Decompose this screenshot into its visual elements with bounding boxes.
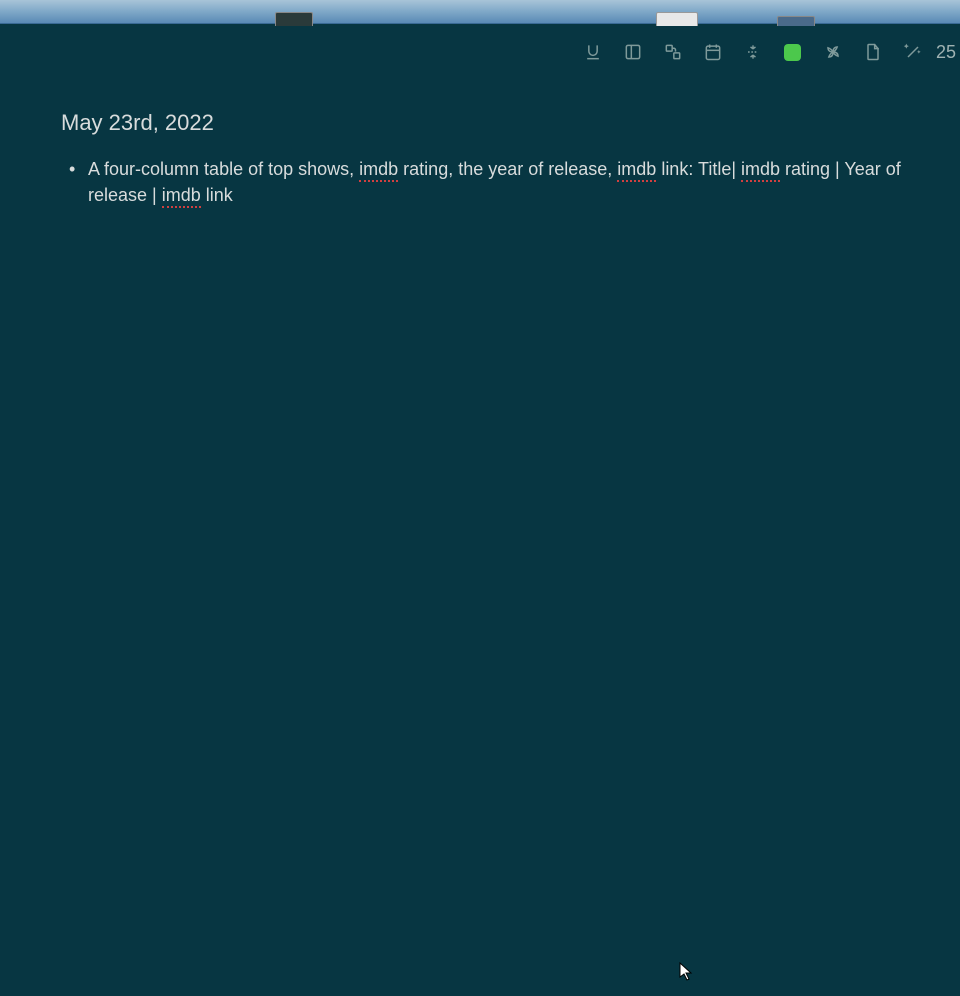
sidebar-icon[interactable] bbox=[622, 41, 644, 63]
note-text: link: Title| bbox=[656, 159, 741, 179]
browser-tab-thumbnail[interactable] bbox=[656, 12, 698, 26]
link-icon[interactable] bbox=[662, 41, 684, 63]
window-chrome bbox=[0, 0, 960, 24]
pinwheel-icon[interactable] bbox=[822, 41, 844, 63]
calendar-icon[interactable] bbox=[702, 41, 724, 63]
wand-icon[interactable] bbox=[902, 41, 924, 63]
date-heading: May 23rd, 2022 bbox=[61, 110, 910, 136]
color-swatch[interactable] bbox=[782, 41, 804, 63]
page-icon[interactable] bbox=[862, 41, 884, 63]
underline-icon[interactable] bbox=[582, 41, 604, 63]
top-toolbar: 25 bbox=[582, 34, 960, 70]
bullet-item[interactable]: A four-column table of top shows, imdb r… bbox=[73, 156, 910, 208]
mouse-cursor-icon bbox=[679, 962, 695, 982]
spell-error: imdb bbox=[359, 159, 398, 182]
browser-tab-thumbnail[interactable] bbox=[777, 16, 815, 26]
spell-error: imdb bbox=[617, 159, 656, 182]
browser-tab-thumbnail[interactable] bbox=[275, 12, 313, 26]
note-text: A four-column table of top shows, bbox=[88, 159, 359, 179]
bullet-list: A four-column table of top shows, imdb r… bbox=[61, 156, 910, 208]
note-text: link bbox=[201, 185, 233, 205]
spell-error: imdb bbox=[741, 159, 780, 182]
toolbar-counter: 25 bbox=[936, 42, 956, 63]
collapse-icon[interactable] bbox=[742, 41, 764, 63]
note-text: rating, the year of release, bbox=[398, 159, 617, 179]
spell-error: imdb bbox=[162, 185, 201, 208]
